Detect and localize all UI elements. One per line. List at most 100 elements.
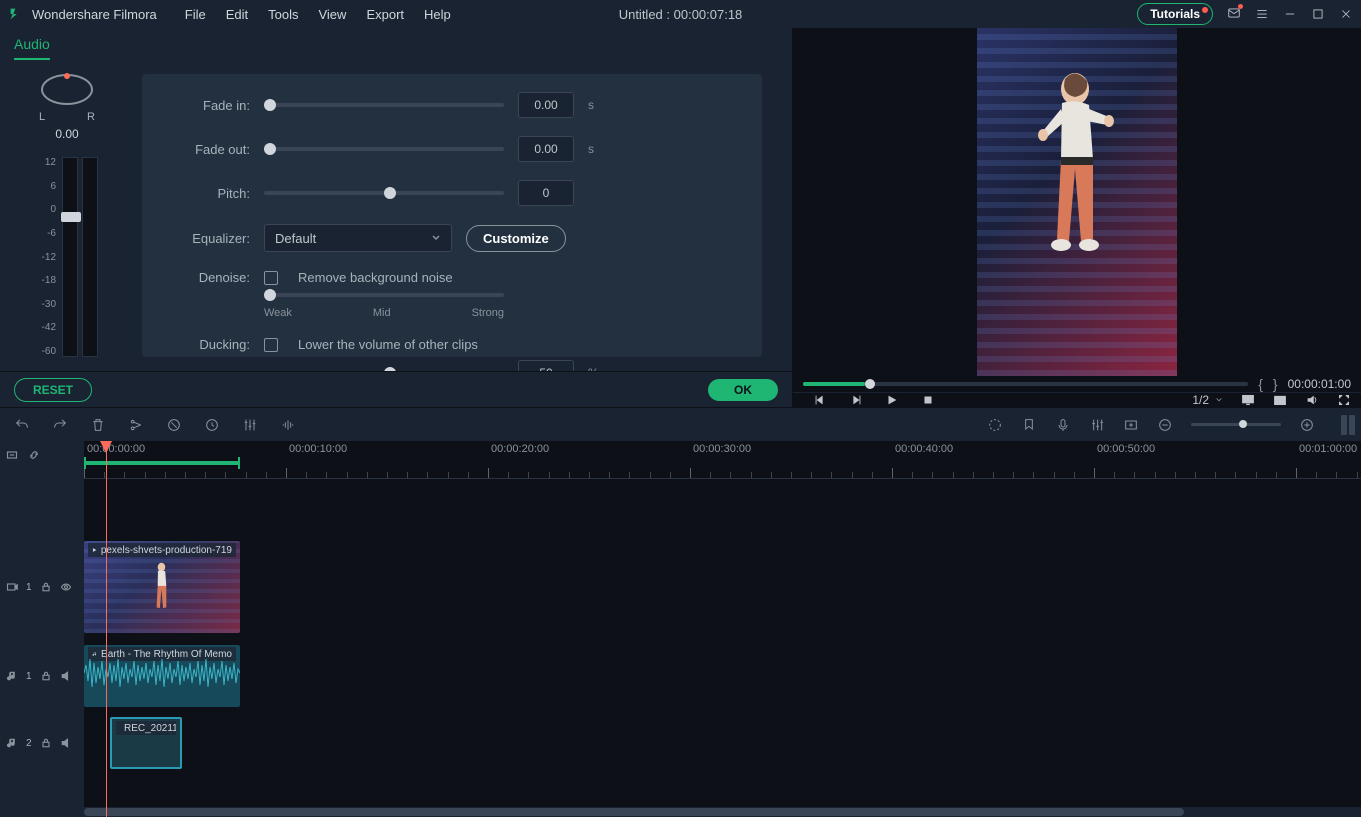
app-name: Wondershare Filmora (32, 7, 157, 22)
timeline-ruler[interactable]: 00:00:00:0000:00:10:0000:00:20:0000:00:3… (84, 441, 1361, 479)
fade-in-slider[interactable] (264, 103, 504, 107)
delete-icon[interactable] (90, 417, 106, 433)
pitch-value[interactable]: 0 (518, 180, 574, 206)
timeline: 00:00:00:0000:00:10:0000:00:20:0000:00:3… (0, 441, 1361, 817)
undo-icon[interactable] (14, 417, 30, 433)
equalizer-selected: Default (275, 231, 316, 246)
denoise-checkbox[interactable] (264, 271, 278, 285)
tab-audio[interactable]: Audio (14, 36, 50, 60)
pitch-slider[interactable] (264, 191, 504, 195)
waveform-icon (84, 645, 240, 701)
audio-clip-2[interactable]: REC_202110 (110, 717, 182, 769)
menu-bar: File Edit Tools View Export Help (177, 3, 459, 26)
clip-thumbnail-icon (137, 559, 187, 629)
preview-progress[interactable] (803, 382, 1248, 386)
volume-icon[interactable] (1305, 393, 1319, 407)
zoom-slider[interactable] (1191, 423, 1281, 426)
preview-time: 00:00:01:00 (1288, 377, 1351, 391)
zoom-in-icon[interactable] (1299, 417, 1315, 433)
video-clip[interactable]: pexels-shvets-production-719 (84, 541, 240, 633)
play-icon[interactable] (885, 393, 899, 407)
prev-frame-icon[interactable] (813, 393, 827, 407)
display-icon[interactable] (1241, 393, 1255, 407)
lock-icon[interactable] (40, 670, 52, 682)
fade-in-value[interactable]: 0.00 (518, 92, 574, 118)
playhead[interactable] (106, 441, 107, 817)
vu-scale-label: 6 (36, 181, 56, 192)
timeline-scrollbar[interactable] (84, 807, 1361, 817)
stop-icon[interactable] (921, 393, 935, 407)
preview-panel: { } 00:00:01:00 1/2 (792, 28, 1361, 407)
tutorials-button[interactable]: Tutorials (1137, 3, 1213, 25)
audio-track-1-id: 1 (26, 671, 32, 682)
menu-edit[interactable]: Edit (218, 3, 256, 26)
track-height-icon[interactable] (1341, 415, 1347, 435)
brace-close-icon[interactable]: } (1273, 376, 1278, 392)
audio-wave-icon[interactable] (280, 417, 296, 433)
denoise-slider[interactable] (264, 293, 504, 297)
menu-help[interactable]: Help (416, 3, 459, 26)
audio-track-1-head: 1 (0, 641, 84, 711)
snapshot-icon[interactable] (1273, 393, 1287, 407)
speed-icon[interactable] (204, 417, 220, 433)
denoise-mid-label: Mid (373, 307, 391, 319)
window-minimize-icon[interactable] (1283, 7, 1297, 21)
reset-button[interactable]: RESET (14, 378, 92, 402)
fade-out-value[interactable]: 0.00 (518, 136, 574, 162)
brace-open-icon[interactable]: { (1258, 376, 1263, 392)
split-icon[interactable] (128, 417, 144, 433)
eye-icon[interactable] (60, 581, 72, 593)
music-note-icon (6, 737, 18, 749)
ok-button[interactable]: OK (708, 379, 778, 401)
ducking-value[interactable]: 50 (518, 360, 574, 371)
preview-ratio-dropdown[interactable]: 1/2 (1192, 393, 1223, 407)
list-icon[interactable] (1255, 7, 1269, 21)
fade-out-slider[interactable] (264, 147, 504, 151)
video-track-id: 1 (26, 582, 32, 593)
chevron-down-icon (431, 233, 441, 243)
fit-timeline-icon[interactable] (6, 449, 18, 461)
vu-bar-left (62, 157, 78, 357)
equalizer-dropdown[interactable]: Default (264, 224, 452, 252)
customize-button[interactable]: Customize (466, 225, 566, 252)
zoom-out-icon[interactable] (1157, 417, 1173, 433)
adjust-icon[interactable] (242, 417, 258, 433)
record-voiceover-icon[interactable] (1055, 417, 1071, 433)
crop-icon[interactable] (166, 417, 182, 433)
render-icon[interactable] (987, 417, 1003, 433)
pan-dial[interactable] (41, 74, 93, 105)
link-icon[interactable] (28, 449, 40, 461)
mixer-icon[interactable] (1089, 417, 1105, 433)
menu-view[interactable]: View (310, 3, 354, 26)
titlebar: Wondershare Filmora File Edit Tools View… (0, 0, 1361, 28)
fade-out-label: Fade out: (168, 142, 250, 157)
notifications-icon[interactable] (1227, 6, 1241, 23)
menu-export[interactable]: Export (358, 3, 412, 26)
denoise-checkbox-label: Remove background noise (298, 270, 453, 285)
lock-icon[interactable] (40, 581, 52, 593)
mute-icon[interactable] (60, 670, 72, 682)
lock-icon[interactable] (40, 737, 52, 749)
window-close-icon[interactable] (1339, 7, 1353, 21)
audio-edit-panel: Audio LR 0.00 12 6 0 -6 -12 -18 -30 -42 (0, 28, 792, 407)
fade-out-unit: s (588, 142, 600, 156)
add-media-icon[interactable] (1123, 417, 1139, 433)
menu-file[interactable]: File (177, 3, 214, 26)
ducking-checkbox[interactable] (264, 338, 278, 352)
work-area[interactable] (84, 461, 240, 465)
next-frame-icon[interactable] (849, 393, 863, 407)
vu-scale-label: -6 (36, 228, 56, 239)
window-maximize-icon[interactable] (1311, 7, 1325, 21)
vu-scale-label: -18 (36, 275, 56, 286)
fullscreen-icon[interactable] (1337, 393, 1351, 407)
ducking-checkbox-label: Lower the volume of other clips (298, 337, 478, 352)
mute-icon[interactable] (60, 737, 72, 749)
menu-tools[interactable]: Tools (260, 3, 306, 26)
redo-icon[interactable] (52, 417, 68, 433)
music-note-icon (6, 670, 18, 682)
audio-clip-1[interactable]: Earth - The Rhythm Of Memo (84, 645, 240, 707)
audio-track-2-head: 2 (0, 713, 84, 773)
app-logo-icon (8, 6, 24, 22)
marker-icon[interactable] (1021, 417, 1037, 433)
preview-ratio-value: 1/2 (1192, 393, 1209, 407)
